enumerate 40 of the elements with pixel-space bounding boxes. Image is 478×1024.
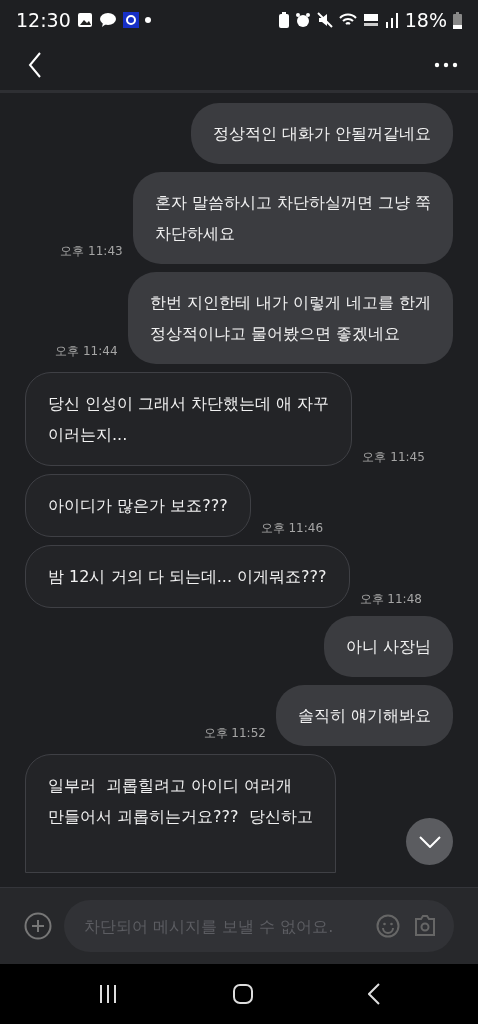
back-button[interactable] (28, 52, 42, 78)
message-bubble: 밤 12시 거의 다 되는데... 이게뭐죠??? (25, 545, 350, 608)
recent-apps-button[interactable] (97, 984, 118, 1004)
message-time: 오후 11:46 (260, 520, 324, 537)
gallery-icon (76, 12, 93, 28)
home-icon (233, 984, 253, 1004)
battery-icon (453, 11, 462, 29)
message-bubble: 정상적인 대화가 안될꺼같네요 (190, 103, 453, 164)
plus-circle-icon (24, 912, 52, 940)
app-icon (122, 12, 139, 28)
message-time: 오후 11:43 (60, 243, 123, 260)
message-bubble: 한번 지인한테 내가 이렇게 네고를 한게 정상적이냐고 물어봤으면 좋겠네요 (127, 272, 453, 364)
message-time: 오후 11:48 (359, 591, 422, 608)
message-bubble: 아니 사장님 (323, 616, 453, 677)
message-time: 오후 11:44 (55, 343, 118, 360)
battery-percent: 18% (404, 9, 447, 31)
more-button[interactable] (434, 62, 458, 68)
add-button[interactable] (24, 912, 52, 940)
message-bubble: 아이디가 많은가 보죠??? (25, 474, 251, 537)
alarm-icon (294, 12, 311, 28)
message-bubble: 솔직히 얘기해봐요 (275, 685, 453, 746)
message-bubble: 당신 인성이 그래서 차단했는데 애 자꾸 이러는지... (25, 372, 353, 466)
wifi-icon (338, 12, 357, 28)
message-time: 오후 11:52 (203, 725, 266, 742)
signal-icon (384, 12, 399, 28)
status-time: 12:30 (16, 9, 71, 31)
mute-icon (316, 12, 333, 28)
back-icon (28, 52, 42, 78)
scroll-down-button[interactable] (406, 818, 453, 865)
more-icon (434, 62, 458, 68)
chevron-down-icon (418, 835, 441, 848)
recent-apps-icon (97, 984, 118, 1004)
message-bubble: 혼자 말씀하시고 차단하실꺼면 그냥 쭉 차단하세요 (132, 172, 453, 264)
back-icon (368, 983, 381, 1005)
message-bubble: 일부러 괴롭힐려고 아이디 여러개 만들어서 괴롭히는거요??? 당신하고 (25, 754, 336, 873)
message-time: 오후 11:45 (362, 449, 425, 466)
home-button[interactable] (233, 984, 253, 1004)
dot-icon (144, 17, 151, 23)
nav-back-button[interactable] (368, 983, 381, 1005)
chat-icon (98, 12, 117, 28)
